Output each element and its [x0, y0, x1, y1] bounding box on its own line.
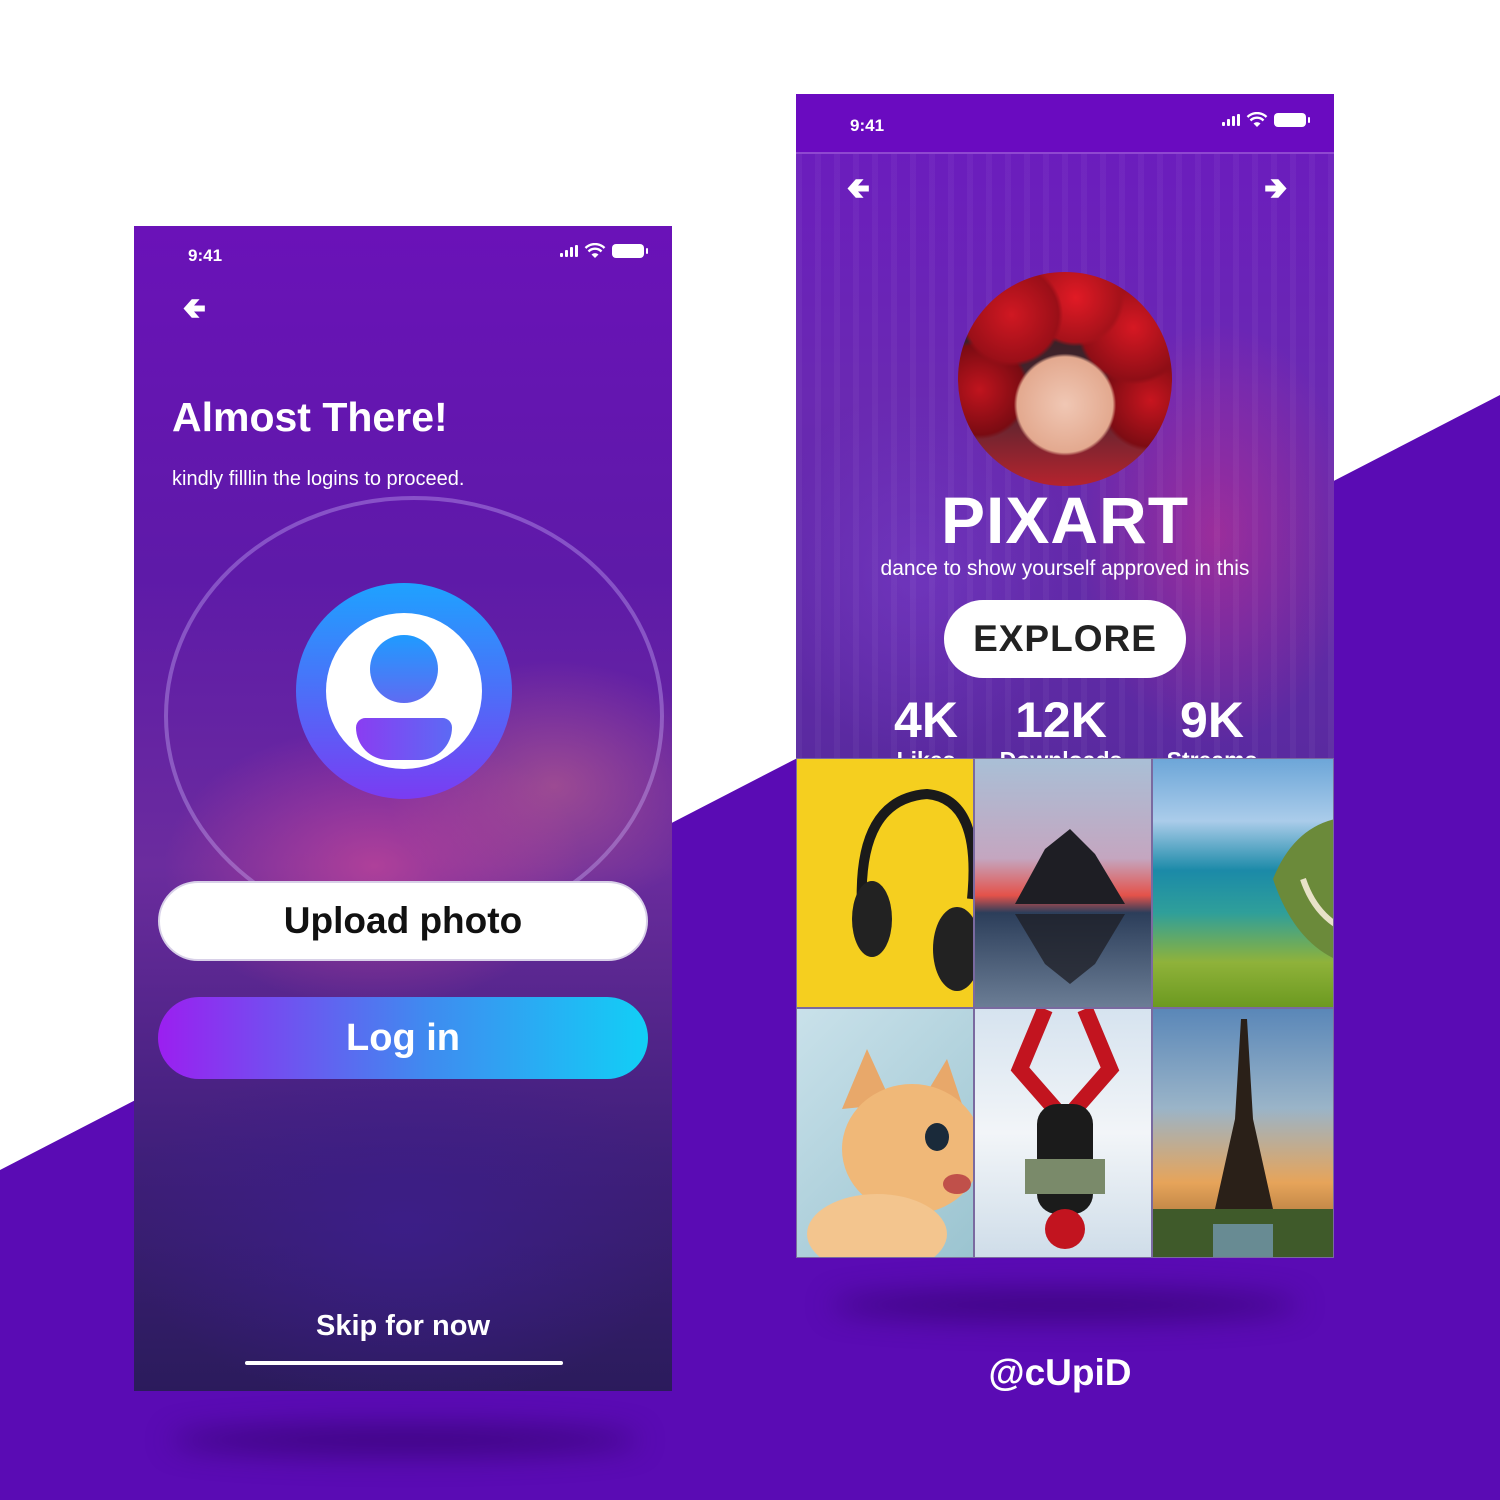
signal-icon	[560, 245, 578, 257]
login-button[interactable]: Log in	[158, 997, 648, 1079]
skip-link[interactable]: Skip for now	[134, 1310, 672, 1343]
phone-shadow	[830, 1290, 1300, 1320]
home-indicator	[245, 1361, 563, 1365]
gallery-item-eiffel-tower[interactable]	[1152, 1008, 1334, 1258]
user-avatar-icon[interactable]	[296, 583, 512, 799]
page-title: Almost There!	[172, 394, 448, 440]
profile-screen: 9:41 🢀 🢂 PIXART dance to show yourself a…	[796, 94, 1334, 1258]
gallery-item-coastline[interactable]	[1152, 758, 1334, 1008]
avatar-placeholder	[326, 613, 482, 769]
brand-tagline: dance to show yourself approved in this	[880, 557, 1250, 580]
explore-button[interactable]: EXPLORE	[944, 600, 1186, 678]
status-bar: 9:41	[796, 94, 1334, 154]
stat-value: 4K	[894, 692, 958, 748]
phone-shadow	[170, 1425, 640, 1455]
status-bar: 9:41	[134, 226, 672, 276]
signal-icon	[1222, 114, 1240, 126]
upload-photo-button[interactable]: Upload photo	[158, 881, 648, 961]
profile-hero: 🢀 🢂 PIXART dance to show yourself approv…	[796, 154, 1334, 773]
headphones-image	[852, 788, 973, 991]
login-screen: 9:41 🢀 Almost There! kindly filllin the …	[134, 226, 672, 1391]
avatar-head-shape	[370, 635, 438, 703]
kitten-image	[807, 1049, 973, 1257]
profile-avatar[interactable]	[958, 272, 1172, 486]
forward-arrow-icon[interactable]: 🢂	[1264, 174, 1288, 204]
status-icons	[560, 243, 648, 259]
back-arrow-icon[interactable]: 🢀	[182, 294, 206, 324]
gallery-item-spider-man[interactable]	[974, 1008, 1152, 1258]
battery-icon	[612, 244, 648, 258]
sea-stack-image	[1015, 829, 1125, 984]
brand-title: PIXART	[940, 483, 1190, 557]
spider-man-image	[1010, 1009, 1120, 1249]
gallery-item-kitten[interactable]	[796, 1008, 974, 1258]
status-time: 9:41	[188, 246, 223, 265]
page-subtitle: kindly filllin the logins to proceed.	[172, 468, 465, 490]
author-credit: @cUpiD	[988, 1352, 1132, 1393]
gallery-item-headphones[interactable]	[796, 758, 974, 1008]
status-icons	[1222, 112, 1310, 128]
coastline-image	[1273, 819, 1333, 958]
stat-value: 12K	[1015, 692, 1107, 748]
stat-value: 9K	[1180, 692, 1244, 748]
gallery-item-sea-stack[interactable]	[974, 758, 1152, 1008]
gallery-grid	[796, 758, 1334, 1258]
status-time: 9:41	[850, 116, 885, 135]
avatar-body-shape	[356, 718, 452, 760]
eiffel-tower-image	[1153, 1019, 1333, 1257]
battery-icon	[1274, 113, 1310, 127]
wifi-icon	[1246, 112, 1268, 127]
wifi-icon	[584, 243, 606, 258]
back-arrow-icon[interactable]: 🢀	[846, 174, 870, 204]
